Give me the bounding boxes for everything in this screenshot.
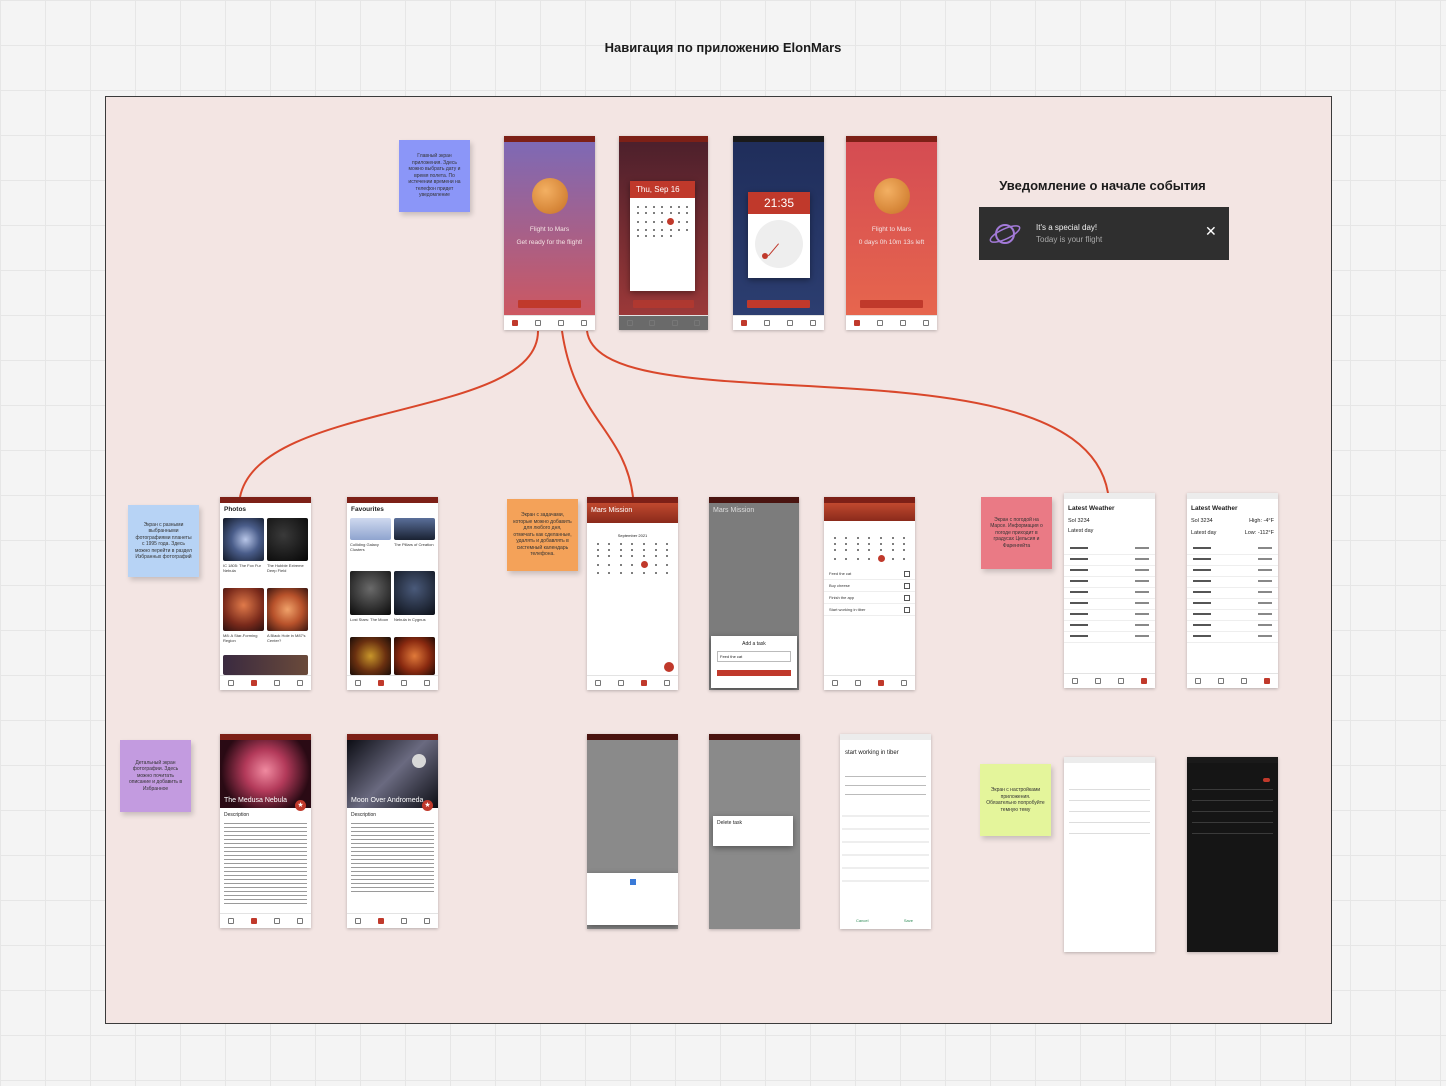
screen-photo-detail-2: Moon Over Andromeda ★ Description (347, 734, 438, 928)
screen-weather-fahrenheit: Latest Weather Sol 3234 High: -4°F Lates… (1187, 493, 1278, 688)
photo-thumb-3[interactable] (223, 588, 264, 631)
fav-caption-3: Lost Stars: The Moon (350, 617, 389, 622)
screen-weather-light: Latest Weather Sol 3234 Latest day (1064, 493, 1155, 688)
task-row-3[interactable]: Finish the app (824, 592, 915, 604)
delete-task-dialog[interactable]: Delete task (713, 816, 793, 846)
task-row-2[interactable]: Buy cheese (824, 580, 915, 592)
fav-caption-4: Nebula in Cygnus (394, 617, 426, 622)
detail-text-block-2 (351, 820, 434, 892)
fav-thumb-4[interactable] (394, 571, 435, 615)
sticky-main-screen: Главный экран приложения. Здесь можно вы… (399, 140, 470, 212)
edit-task-title[interactable]: start working in tiber (840, 740, 931, 764)
screen-missions-tasks: Feed the cat Buy cheese Finish the app S… (824, 497, 915, 690)
detail-title-1: The Medusa Nebula (224, 797, 288, 804)
screen-countdown-timer: Flight to Mars 0 days 0h 10m 13s left (846, 136, 937, 330)
weather-high: High: -4°F (1249, 518, 1274, 524)
countdown-title: Flight to Mars (529, 226, 570, 233)
date-picker-dialog[interactable]: Thu, Sep 16 (630, 181, 695, 291)
screen-date-picker: Thu, Sep 16 (619, 136, 708, 330)
moon-icon-2 (873, 178, 910, 214)
photo-thumb-2[interactable] (267, 518, 308, 561)
screen-photo-detail-1: The Medusa Nebula ★ Description (220, 734, 311, 928)
notification-card[interactable]: It's a special day! Today is your flight… (979, 207, 1229, 260)
delete-task-title: Delete task (717, 820, 743, 826)
add-task-dialog[interactable]: Add a task Feed the cat (711, 636, 797, 688)
photo-caption-3: M8: A Star-Forming Region (223, 633, 258, 643)
time-picker-dialog[interactable]: 21:35 (748, 192, 810, 278)
sticky-photo-detail: Детальный экран фотографии. Здесь можно … (120, 740, 191, 812)
fav-thumb-3[interactable] (350, 571, 391, 615)
missions-title-dim: Mars Mission (713, 507, 755, 514)
screen-settings-dark (1187, 757, 1278, 952)
moon-icon (531, 178, 568, 214)
screen-edit-task: start working in tiber Cancel Save (840, 734, 931, 929)
screen-missions-delete: Delete task (709, 734, 800, 929)
close-icon[interactable]: ✕ (1205, 224, 1217, 238)
photo-caption-2: The Hubble Extreme Deep Field (267, 563, 304, 573)
picked-date: Thu, Sep 16 (630, 181, 695, 198)
cancel-button[interactable]: Cancel (856, 918, 868, 923)
weather-low: Low: -112°F (1244, 530, 1274, 536)
save-task-button[interactable] (717, 670, 791, 676)
photo-thumb-1[interactable] (223, 518, 264, 561)
planet-icon (989, 224, 1021, 244)
notification-title: It's a special day! (1036, 223, 1098, 232)
favourite-star-button-1[interactable]: ★ (295, 800, 306, 811)
notification-heading: Уведомление о начале события (999, 178, 1206, 193)
fav-caption-1: Colliding Galaxy Clusters (350, 542, 379, 552)
save-button[interactable]: Save (904, 918, 913, 923)
fav-thumb-1[interactable] (350, 518, 391, 540)
screen-favourites: Favourites Colliding Galaxy Clusters The… (347, 497, 438, 690)
detail-text-block-1 (224, 820, 307, 906)
picked-time: 21:35 (748, 192, 810, 214)
weather-title: Latest Weather (1068, 505, 1115, 512)
detail-title-2: Moon Over Andromeda (351, 797, 424, 804)
fav-caption-2: The Pillars of Creation (394, 542, 434, 547)
select-date-button[interactable] (518, 300, 581, 308)
screen-missions-calendar-permission (587, 734, 678, 929)
add-task-title: Add a task (742, 641, 766, 647)
countdown-timer: 0 days 0h 10m 13s left (858, 239, 925, 246)
screen-missions-add: Mars Mission Add a task Feed the cat (709, 497, 799, 690)
task-row-4[interactable]: Start working in tiber (824, 604, 915, 616)
photos-title: Photos (224, 506, 247, 513)
sticky-settings: Экран с настройками приложения. Обязател… (980, 764, 1051, 836)
countdown-subtitle: Get ready for the flight! (516, 239, 583, 246)
screen-missions: Mars Mission September 2021 (587, 497, 678, 690)
add-task-input[interactable]: Feed the cat (717, 651, 791, 662)
add-task-fab[interactable] (664, 662, 674, 672)
weather-sol-2: Sol 3234 (1191, 518, 1213, 524)
screen-time-picker: 21:35 (733, 136, 824, 330)
favourite-star-button-2[interactable]: ★ (422, 800, 433, 811)
screen-photos: Photos IC 1805: The Fox Fur Nebula The H… (220, 497, 311, 690)
fav-thumb-2[interactable] (394, 518, 435, 540)
screen-countdown-main: Flight to Mars Get ready for the flight! (504, 136, 595, 330)
task-row-1[interactable]: Feed the cat (824, 568, 915, 580)
photo-caption-4: A Black Hole in M87's Center? (267, 633, 306, 643)
weather-latest-day: Latest day (1068, 528, 1094, 534)
clock-face[interactable] (755, 220, 803, 268)
sticky-weather: Экран с погодой на Марсе. Информация о п… (981, 497, 1052, 569)
weather-latest-day-2: Latest day (1191, 530, 1217, 536)
sticky-photos: Экран с разными выбранными фотографиями … (128, 505, 199, 577)
board-title: Навигация по приложению ElonMars (604, 40, 842, 55)
favourites-title: Favourites (351, 506, 384, 513)
countdown-title-2: Flight to Mars (871, 226, 912, 233)
dark-theme-toggle[interactable] (1263, 778, 1270, 782)
missions-title: Mars Mission (591, 507, 633, 514)
photo-thumb-4[interactable] (267, 588, 308, 631)
calendar-permission-dialog[interactable] (587, 873, 678, 925)
screen-settings-light (1064, 757, 1155, 952)
photo-caption-1: IC 1805: The Fox Fur Nebula (223, 563, 261, 573)
notification-text: Today is your flight (1036, 235, 1103, 244)
missions-calendar[interactable] (587, 543, 678, 574)
missions-month: September 2021 (617, 533, 648, 538)
sticky-missions: Экран с задачами, которые можно добавить… (507, 499, 578, 571)
weather-title-2: Latest Weather (1191, 505, 1238, 512)
